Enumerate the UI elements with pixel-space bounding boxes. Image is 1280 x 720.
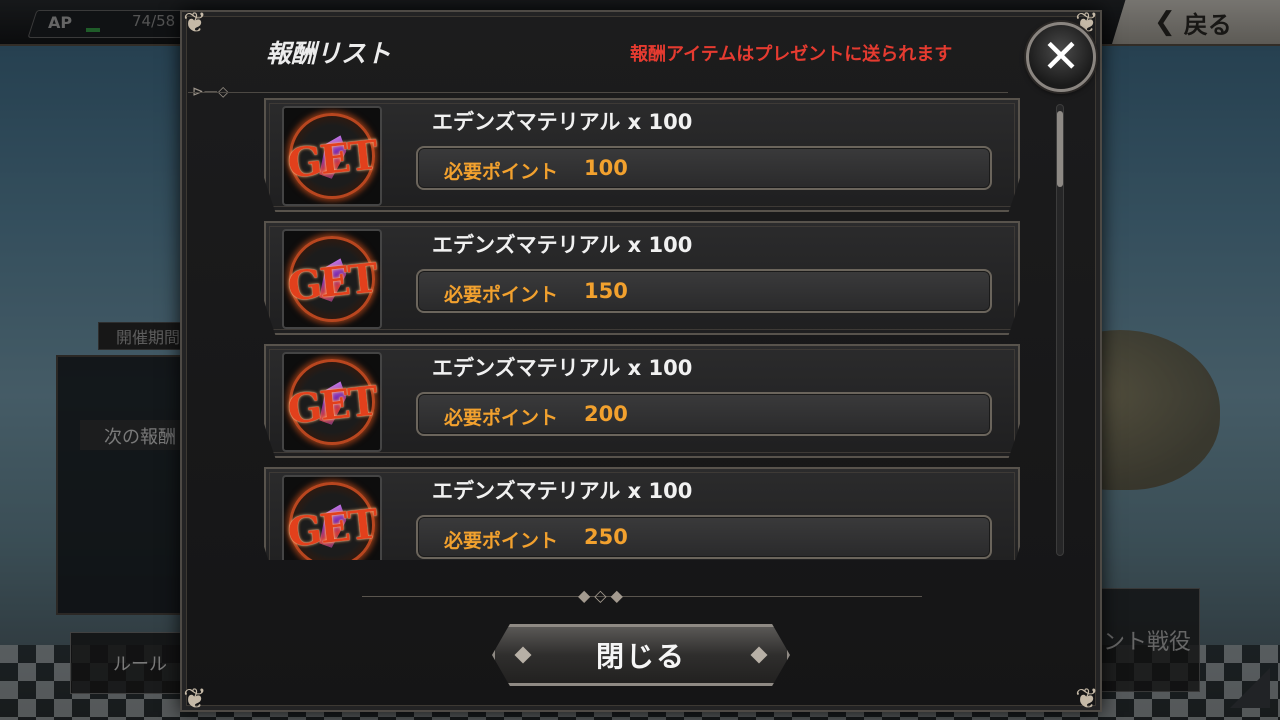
get-badge-icon: GET <box>282 475 382 560</box>
get-badge-text: GET <box>285 500 379 557</box>
required-points-value: 150 <box>584 279 628 303</box>
diamond-icon <box>514 646 532 664</box>
required-points-bar: 必要ポイント 250 <box>416 515 992 559</box>
reward-name: エデンズマテリアル x 100 <box>432 479 693 503</box>
required-points-bar: 必要ポイント 150 <box>416 269 992 313</box>
corner-ornament-icon: ❦ <box>1075 682 1099 715</box>
required-points-label: 必要ポイント <box>444 161 559 183</box>
bottom-divider <box>362 596 922 597</box>
reward-name: エデンズマテリアル x 100 <box>432 233 693 257</box>
reward-item: GET エデンズマテリアル x 100 必要ポイント 250 <box>264 467 1020 560</box>
reward-item: GET エデンズマテリアル x 100 必要ポイント 100 <box>264 98 1020 212</box>
corner-ornament-icon: ❦ <box>183 6 207 39</box>
scrollbar-thumb[interactable] <box>1057 111 1063 187</box>
reward-list-dialog: ❦ ❦ ❦ ❦ 報酬リスト 報酬アイテムはプレゼントに送られます ⊳—◇ ✕ G… <box>180 6 1102 715</box>
diamond-icon <box>750 646 768 664</box>
close-button[interactable]: 閉じる <box>492 624 790 686</box>
get-badge-icon: GET <box>282 229 382 329</box>
get-badge-text: GET <box>285 254 379 311</box>
required-points-bar: 必要ポイント 100 <box>416 146 992 190</box>
required-points-value: 250 <box>584 525 628 549</box>
required-points-value: 200 <box>584 402 628 426</box>
reward-item: GET エデンズマテリアル x 100 必要ポイント 200 <box>264 344 1020 458</box>
title-divider <box>188 92 1008 93</box>
reward-name: エデンズマテリアル x 100 <box>432 356 693 380</box>
reward-item: GET エデンズマテリアル x 100 必要ポイント 150 <box>264 221 1020 335</box>
divider-ornament-icon: ◆◇◆ <box>578 586 627 605</box>
get-badge-text: GET <box>285 131 379 188</box>
required-points-label: 必要ポイント <box>444 284 559 306</box>
required-points-label: 必要ポイント <box>444 407 559 429</box>
required-points-bar: 必要ポイント 200 <box>416 392 992 436</box>
reward-list[interactable]: GET エデンズマテリアル x 100 必要ポイント 100 GET エデンズマ… <box>264 98 1020 560</box>
dialog-title: 報酬リスト <box>266 39 392 68</box>
get-badge-icon: GET <box>282 106 382 206</box>
reward-name: エデンズマテリアル x 100 <box>432 110 693 134</box>
corner-ornament-icon: ❦ <box>183 682 207 715</box>
get-badge-text: GET <box>285 377 379 434</box>
required-points-value: 100 <box>584 156 628 180</box>
close-icon-button[interactable]: ✕ <box>1026 22 1096 92</box>
close-button-label: 閉じる <box>595 640 686 673</box>
get-badge-icon: GET <box>282 352 382 452</box>
required-points-label: 必要ポイント <box>444 530 559 552</box>
list-scrollbar[interactable] <box>1056 104 1064 556</box>
present-notice: 報酬アイテムはプレゼントに送られます <box>630 44 953 65</box>
